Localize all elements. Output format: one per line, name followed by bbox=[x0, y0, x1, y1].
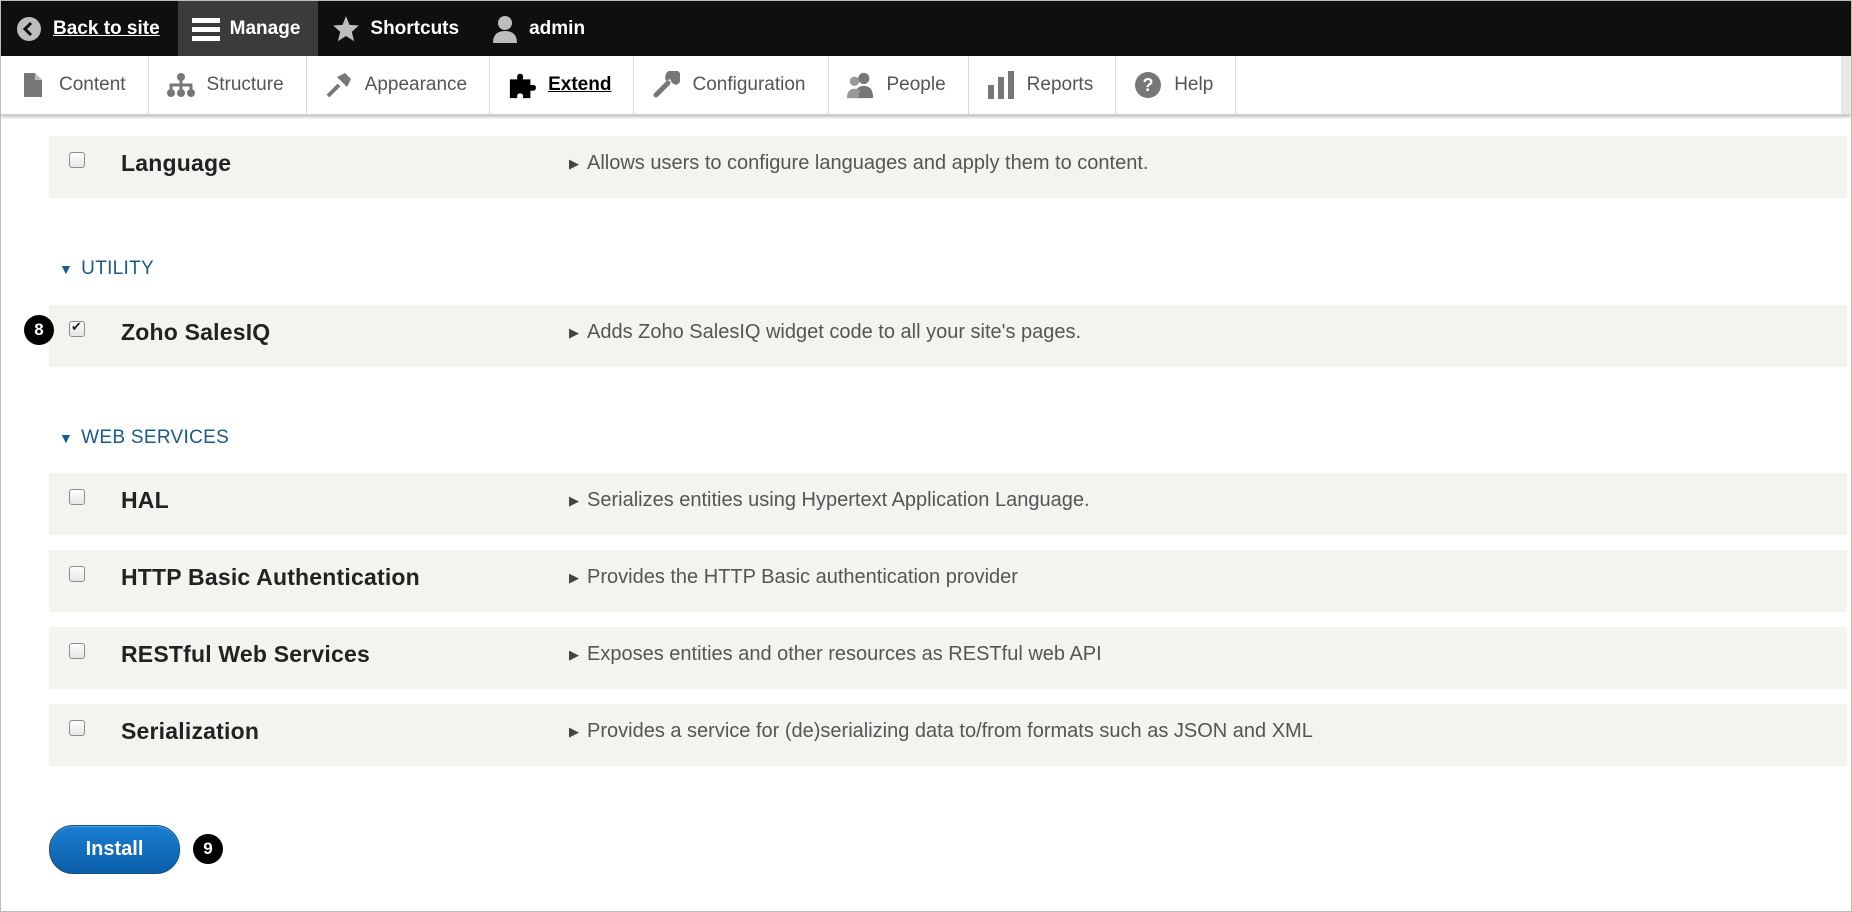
expand-triangle-icon: ▶ bbox=[569, 155, 579, 171]
paintbrush-icon bbox=[325, 71, 353, 99]
module-row-zoho: Zoho SalesIQ ▶ Adds Zoho SalesIQ widget … bbox=[49, 305, 1847, 367]
section-webservices-toggle[interactable]: ▼ WEB SERVICES bbox=[59, 427, 229, 449]
user-tab[interactable]: admin bbox=[477, 1, 603, 56]
tray-scrollbar[interactable] bbox=[1841, 56, 1851, 114]
install-button[interactable]: Install bbox=[49, 825, 180, 874]
admin-tray: Content Structure Appearance Extend Conf… bbox=[1, 56, 1851, 115]
expand-triangle-icon: ▶ bbox=[569, 646, 579, 662]
svg-text:?: ? bbox=[1143, 75, 1154, 95]
question-icon: ? bbox=[1134, 71, 1162, 99]
section-utility-label: UTILITY bbox=[81, 258, 155, 279]
tray-item-label: Appearance bbox=[364, 74, 468, 95]
module-name: RESTful Web Services bbox=[121, 641, 370, 667]
bar-chart-icon bbox=[987, 71, 1015, 99]
module-row-language: Language ▶ Allows users to configure lan… bbox=[49, 136, 1847, 198]
admin-toolbar: Back to site Manage Shortcuts admin bbox=[1, 1, 1851, 56]
manage-tab[interactable]: Manage bbox=[177, 1, 319, 56]
shortcuts-tab[interactable]: Shortcuts bbox=[318, 1, 477, 56]
module-row-hal: HAL ▶ Serializes entities using Hypertex… bbox=[49, 473, 1847, 535]
tray-item-structure[interactable]: Structure bbox=[149, 56, 307, 114]
rest-checkbox[interactable] bbox=[69, 643, 85, 659]
manage-label: Manage bbox=[229, 17, 301, 39]
tray-item-configuration[interactable]: Configuration bbox=[634, 56, 829, 114]
browser-frame: Back to site Manage Shortcuts admin Cont… bbox=[0, 0, 1852, 912]
tray-item-label: Configuration bbox=[692, 74, 806, 95]
hal-checkbox[interactable] bbox=[69, 489, 85, 505]
back-to-site-label: Back to site bbox=[53, 17, 160, 39]
module-description: Allows users to configure languages and … bbox=[587, 152, 1149, 174]
module-description-toggle[interactable]: ▶ Exposes entities and other resources a… bbox=[569, 643, 1102, 666]
star-icon bbox=[332, 15, 360, 43]
section-utility-toggle[interactable]: ▼ UTILITY bbox=[59, 258, 154, 280]
back-to-site-link[interactable]: Back to site bbox=[1, 1, 178, 56]
module-row-http-basic: HTTP Basic Authentication ▶ Provides the… bbox=[49, 550, 1847, 612]
caret-down-icon: ▼ bbox=[59, 261, 74, 277]
module-description: Exposes entities and other resources as … bbox=[587, 643, 1102, 665]
module-name: Zoho SalesIQ bbox=[121, 319, 271, 345]
section-webservices-label: WEB SERVICES bbox=[81, 427, 230, 448]
shortcuts-label: Shortcuts bbox=[370, 17, 460, 39]
step-badge-8: 8 bbox=[24, 315, 54, 345]
module-description-toggle[interactable]: ▶ Provides the HTTP Basic authentication… bbox=[569, 566, 1018, 589]
tray-item-appearance[interactable]: Appearance bbox=[307, 56, 491, 114]
tray-item-label: Content bbox=[59, 74, 126, 95]
module-description: Provides a service for (de)serializing d… bbox=[587, 720, 1313, 742]
language-checkbox[interactable] bbox=[69, 152, 85, 168]
module-name: Serialization bbox=[121, 718, 260, 744]
module-description-toggle[interactable]: ▶ Allows users to configure languages an… bbox=[569, 152, 1148, 175]
tray-item-people[interactable]: People bbox=[829, 56, 969, 114]
zoho-checkbox[interactable] bbox=[69, 319, 85, 337]
expand-triangle-icon: ▶ bbox=[569, 569, 579, 585]
expand-triangle-icon: ▶ bbox=[569, 723, 579, 739]
module-name: Language bbox=[121, 150, 232, 176]
tray-item-extend[interactable]: Extend bbox=[490, 56, 635, 114]
sitemap-icon bbox=[166, 71, 195, 99]
puzzle-icon bbox=[508, 71, 537, 99]
tray-item-label: Structure bbox=[206, 74, 284, 95]
people-icon bbox=[846, 71, 875, 99]
wrench-icon bbox=[652, 71, 681, 99]
step-badge-9: 9 bbox=[193, 834, 223, 864]
tray-item-reports[interactable]: Reports bbox=[969, 56, 1117, 114]
tray-item-label: Extend bbox=[548, 74, 612, 95]
tray-item-help[interactable]: ? Help bbox=[1116, 56, 1237, 114]
user-label: admin bbox=[529, 17, 586, 39]
http-basic-checkbox[interactable] bbox=[69, 566, 85, 582]
hamburger-icon bbox=[191, 15, 220, 43]
expand-triangle-icon: ▶ bbox=[569, 492, 579, 508]
file-icon bbox=[19, 71, 47, 99]
user-icon bbox=[491, 15, 519, 43]
tray-item-label: Reports bbox=[1026, 74, 1094, 95]
module-name: HAL bbox=[121, 487, 169, 513]
tray-item-label: People bbox=[886, 74, 946, 95]
back-arrow-icon bbox=[15, 15, 43, 43]
module-row-rest: RESTful Web Services ▶ Exposes entities … bbox=[49, 627, 1847, 689]
caret-down-icon: ▼ bbox=[59, 430, 74, 446]
module-description-toggle[interactable]: ▶ Serializes entities using Hypertext Ap… bbox=[569, 489, 1090, 512]
module-description: Serializes entities using Hypertext Appl… bbox=[587, 489, 1090, 511]
expand-triangle-icon: ▶ bbox=[569, 324, 579, 340]
module-description: Adds Zoho SalesIQ widget code to all you… bbox=[587, 321, 1082, 343]
tray-item-label: Help bbox=[1174, 74, 1214, 95]
module-row-serialization: Serialization ▶ Provides a service for (… bbox=[49, 704, 1847, 766]
tray-item-content[interactable]: Content bbox=[1, 56, 149, 114]
module-description-toggle[interactable]: ▶ Provides a service for (de)serializing… bbox=[569, 720, 1313, 743]
module-name: HTTP Basic Authentication bbox=[121, 564, 420, 590]
module-description: Provides the HTTP Basic authentication p… bbox=[587, 566, 1018, 588]
module-description-toggle[interactable]: ▶ Adds Zoho SalesIQ widget code to all y… bbox=[569, 321, 1081, 344]
serialization-checkbox[interactable] bbox=[69, 720, 85, 736]
